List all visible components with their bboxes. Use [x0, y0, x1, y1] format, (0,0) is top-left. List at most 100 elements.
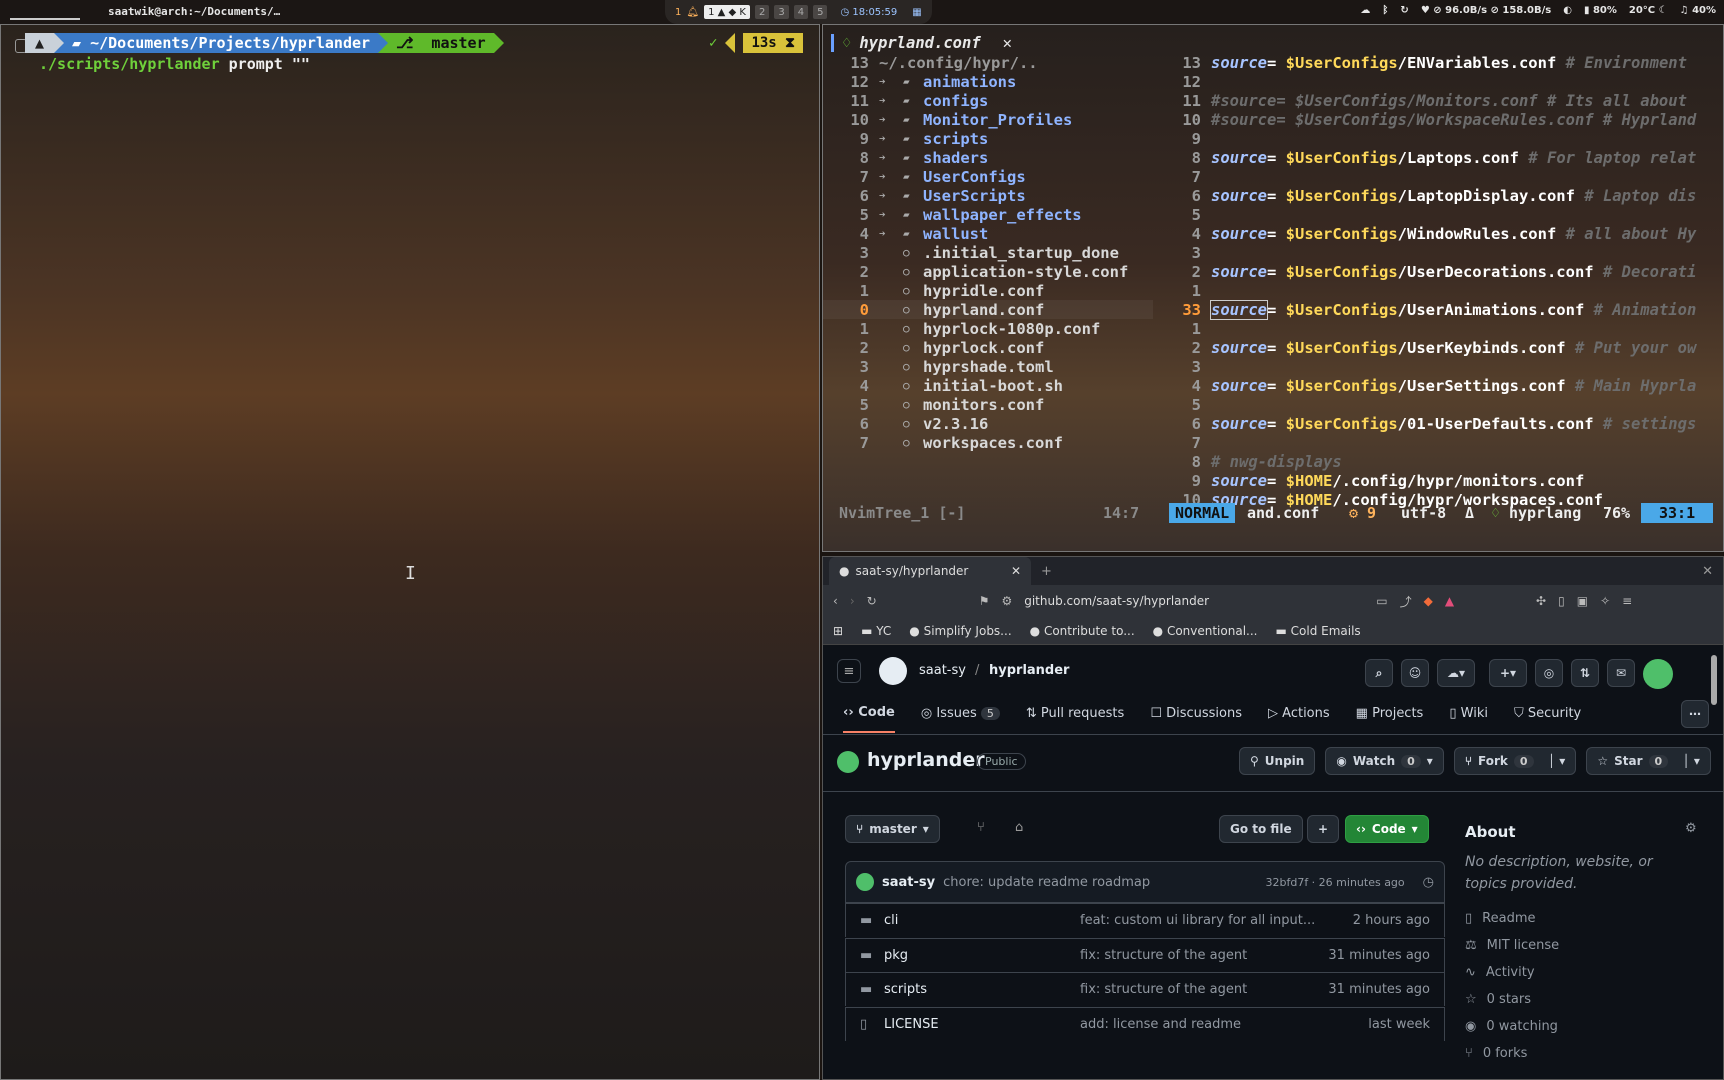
- commit-message[interactable]: chore: update readme roadmap: [943, 875, 1150, 890]
- tree-file[interactable]: 3 ○ hyprshade.toml: [823, 357, 1153, 376]
- rewards-icon[interactable]: ▲: [1445, 594, 1454, 608]
- watch-button[interactable]: ◉ Watch 0 ▾: [1325, 747, 1444, 775]
- go-to-file-button[interactable]: Go to file: [1219, 815, 1303, 843]
- workspace-1[interactable]: 1 ▲ ◆ K: [704, 5, 750, 19]
- neovim-window[interactable]: 13 ~/.config/hypr/.. 12 ➔ ▰ animations 11 ➔ ▰ con…: [822, 24, 1724, 552]
- terminal-window[interactable]: ▲ ▰ ~/Documents/Projects/hyprlander ⎇ ma…: [0, 24, 820, 1080]
- browser-tab[interactable]: ● saat-sy/hyprlander ✕: [829, 557, 1031, 585]
- scrollbar[interactable]: [1711, 655, 1717, 705]
- browser-window[interactable]: ● saat-sy/hyprlander ✕ + ✕ ‹ › ↻ ⚑ ⚙ git…: [822, 556, 1724, 1080]
- expand-arrow-icon[interactable]: ➔: [879, 227, 886, 240]
- code-line[interactable]: 6 source= $UserConfigs/01-UserDefaults.co…: [1159, 414, 1724, 433]
- expand-arrow-icon[interactable]: ➔: [879, 94, 886, 107]
- apps-grid-icon[interactable]: ⊞: [833, 624, 843, 638]
- code-line[interactable]: 7: [1159, 433, 1724, 452]
- command-line[interactable]: ./scripts/hyprlander prompt "": [39, 55, 310, 73]
- code-line[interactable]: 6 source= $UserConfigs/LaptopDisplay.conf…: [1159, 186, 1724, 205]
- tab-issues[interactable]: ◎ Issues 5: [921, 706, 1000, 721]
- cloud-icon[interactable]: ☁: [1360, 5, 1370, 16]
- brave-shield-icon[interactable]: ◆: [1424, 594, 1433, 608]
- close-window-icon[interactable]: ✕: [1702, 564, 1713, 579]
- github-logo-icon[interactable]: [879, 657, 907, 685]
- about-item[interactable]: ⑂ 0 forks: [1465, 1046, 1527, 1061]
- new-tab-icon[interactable]: +: [1041, 564, 1052, 579]
- code-line[interactable]: 5: [1159, 205, 1724, 224]
- file-commit-message[interactable]: fix: structure of the agent: [1080, 948, 1247, 963]
- notification-count[interactable]: 1: [675, 7, 681, 18]
- extensions-icon[interactable]: ✣: [1536, 594, 1546, 608]
- tree-folder[interactable]: 5 ➔ ▰ wallpaper_effects: [823, 205, 1153, 224]
- code-line[interactable]: 4 source= $UserConfigs/WindowRules.conf #…: [1159, 224, 1724, 243]
- file-name-link[interactable]: LICENSE: [884, 1017, 939, 1032]
- branches-icon[interactable]: ⑂: [977, 820, 985, 835]
- search-icon[interactable]: ⌕: [1365, 659, 1393, 687]
- avatar[interactable]: [1643, 659, 1673, 689]
- expand-arrow-icon[interactable]: ➔: [879, 189, 886, 202]
- code-line[interactable]: 1: [1159, 319, 1724, 338]
- cast-icon[interactable]: ▭: [1376, 594, 1387, 608]
- pull-requests-icon[interactable]: ⇅: [1571, 659, 1599, 687]
- tab-projects[interactable]: ▦ Projects: [1356, 706, 1424, 721]
- star-button[interactable]: ☆ Star 0 │ ▾: [1586, 747, 1711, 775]
- code-button[interactable]: ‹› Code ▾: [1345, 815, 1429, 843]
- tree-file[interactable]: 6 ○ v2.3.16: [823, 414, 1153, 433]
- tree-file[interactable]: 4 ○ initial-boot.sh: [823, 376, 1153, 395]
- commit-author[interactable]: saat-sy: [882, 875, 935, 890]
- code-line[interactable]: 7: [1159, 167, 1724, 186]
- file-row[interactable]: ▬ pkg fix: structure of the agent 31 minute…: [845, 937, 1445, 972]
- site-info-icon[interactable]: ⚙: [1001, 594, 1012, 608]
- fork-button[interactable]: ⑂ Fork 0 │ ▾: [1453, 747, 1577, 775]
- tree-folder[interactable]: 11 ➔ ▰ configs: [823, 91, 1153, 110]
- code-line[interactable]: 1: [1159, 281, 1724, 300]
- unpin-button[interactable]: ⚲ Unpin: [1239, 747, 1316, 775]
- workspace-5[interactable]: 5: [813, 5, 828, 19]
- about-item[interactable]: ◉ 0 watching: [1465, 1019, 1558, 1034]
- file-name-link[interactable]: scripts: [884, 982, 927, 997]
- file-commit-message[interactable]: fix: structure of the agent: [1080, 982, 1247, 997]
- tree-folder[interactable]: 6 ➔ ▰ UserScripts: [823, 186, 1153, 205]
- nvim-editor[interactable]: 13 source= $UserConfigs/ENVariables.conf …: [1159, 25, 1724, 517]
- tab-wiki[interactable]: ▯ Wiki: [1449, 706, 1488, 721]
- settings-gear-icon[interactable]: ⚙: [1685, 821, 1697, 836]
- code-line[interactable]: 2 source= $UserConfigs/UserKeybinds.conf …: [1159, 338, 1724, 357]
- file-commit-message[interactable]: feat: custom ui library for all input...: [1080, 913, 1315, 928]
- code-line[interactable]: 12: [1159, 72, 1724, 91]
- about-item[interactable]: ∿ Activity: [1465, 965, 1535, 980]
- expand-arrow-icon[interactable]: ➔: [879, 132, 886, 145]
- update-icon[interactable]: ↻: [1400, 5, 1408, 16]
- bookmark-cold-emails[interactable]: ▬ Cold Emails: [1275, 624, 1360, 638]
- tree-folder[interactable]: 9 ➔ ▰ scripts: [823, 129, 1153, 148]
- code-line[interactable]: 8 source= $UserConfigs/Laptops.conf # For…: [1159, 148, 1724, 167]
- tree-folder[interactable]: 8 ➔ ▰ shaders: [823, 148, 1153, 167]
- back-icon[interactable]: ‹: [833, 594, 838, 608]
- tab-pull-requests[interactable]: ⇅ Pull requests: [1026, 706, 1124, 721]
- tree-file[interactable]: 2 ○ hyprlock.conf: [823, 338, 1153, 357]
- file-commit-message[interactable]: add: license and readme: [1080, 1017, 1241, 1032]
- more-icon[interactable]: ⋯: [1681, 699, 1709, 728]
- brightness-icon[interactable]: ◐: [1563, 5, 1572, 16]
- leo-icon[interactable]: ✧: [1600, 594, 1610, 608]
- volume[interactable]: ♫ 40%: [1680, 5, 1716, 16]
- workspace-4[interactable]: 4: [793, 5, 809, 19]
- reload-icon[interactable]: ↻: [867, 594, 877, 608]
- bookmark-yc[interactable]: ▬ YC: [861, 624, 891, 638]
- repo-owner-link[interactable]: saat-sy: [919, 663, 966, 678]
- expand-arrow-icon[interactable]: ➔: [879, 75, 886, 88]
- repo-name-link[interactable]: hyprlander: [989, 663, 1069, 678]
- hamburger-menu-icon[interactable]: ≡: [837, 659, 861, 683]
- wallet-icon[interactable]: ▣: [1577, 594, 1588, 608]
- share-icon[interactable]: ⤴: [1400, 593, 1412, 610]
- screen-icon[interactable]: ▦: [912, 7, 921, 18]
- code-line[interactable]: 11 #source= $UserConfigs/Monitors.conf # …: [1159, 91, 1724, 110]
- file-name-link[interactable]: pkg: [884, 948, 908, 963]
- issues-icon[interactable]: ◎: [1535, 659, 1563, 687]
- code-line[interactable]: 9: [1159, 129, 1724, 148]
- expand-arrow-icon[interactable]: ➔: [879, 170, 886, 183]
- bookmark-conventional[interactable]: ● Conventional...: [1153, 624, 1258, 638]
- about-item[interactable]: ▯ Readme: [1465, 911, 1535, 926]
- file-row[interactable]: ▬ scripts fix: structure of the agent 31 mi…: [845, 972, 1445, 1006]
- branch-selector[interactable]: ⑂ master ▾: [845, 815, 940, 843]
- file-name-link[interactable]: cli: [884, 913, 898, 928]
- code-line[interactable]: 13 source= $UserConfigs/ENVariables.conf …: [1159, 53, 1724, 72]
- url-bar[interactable]: github.com/saat-sy/hyprlander: [1024, 594, 1364, 608]
